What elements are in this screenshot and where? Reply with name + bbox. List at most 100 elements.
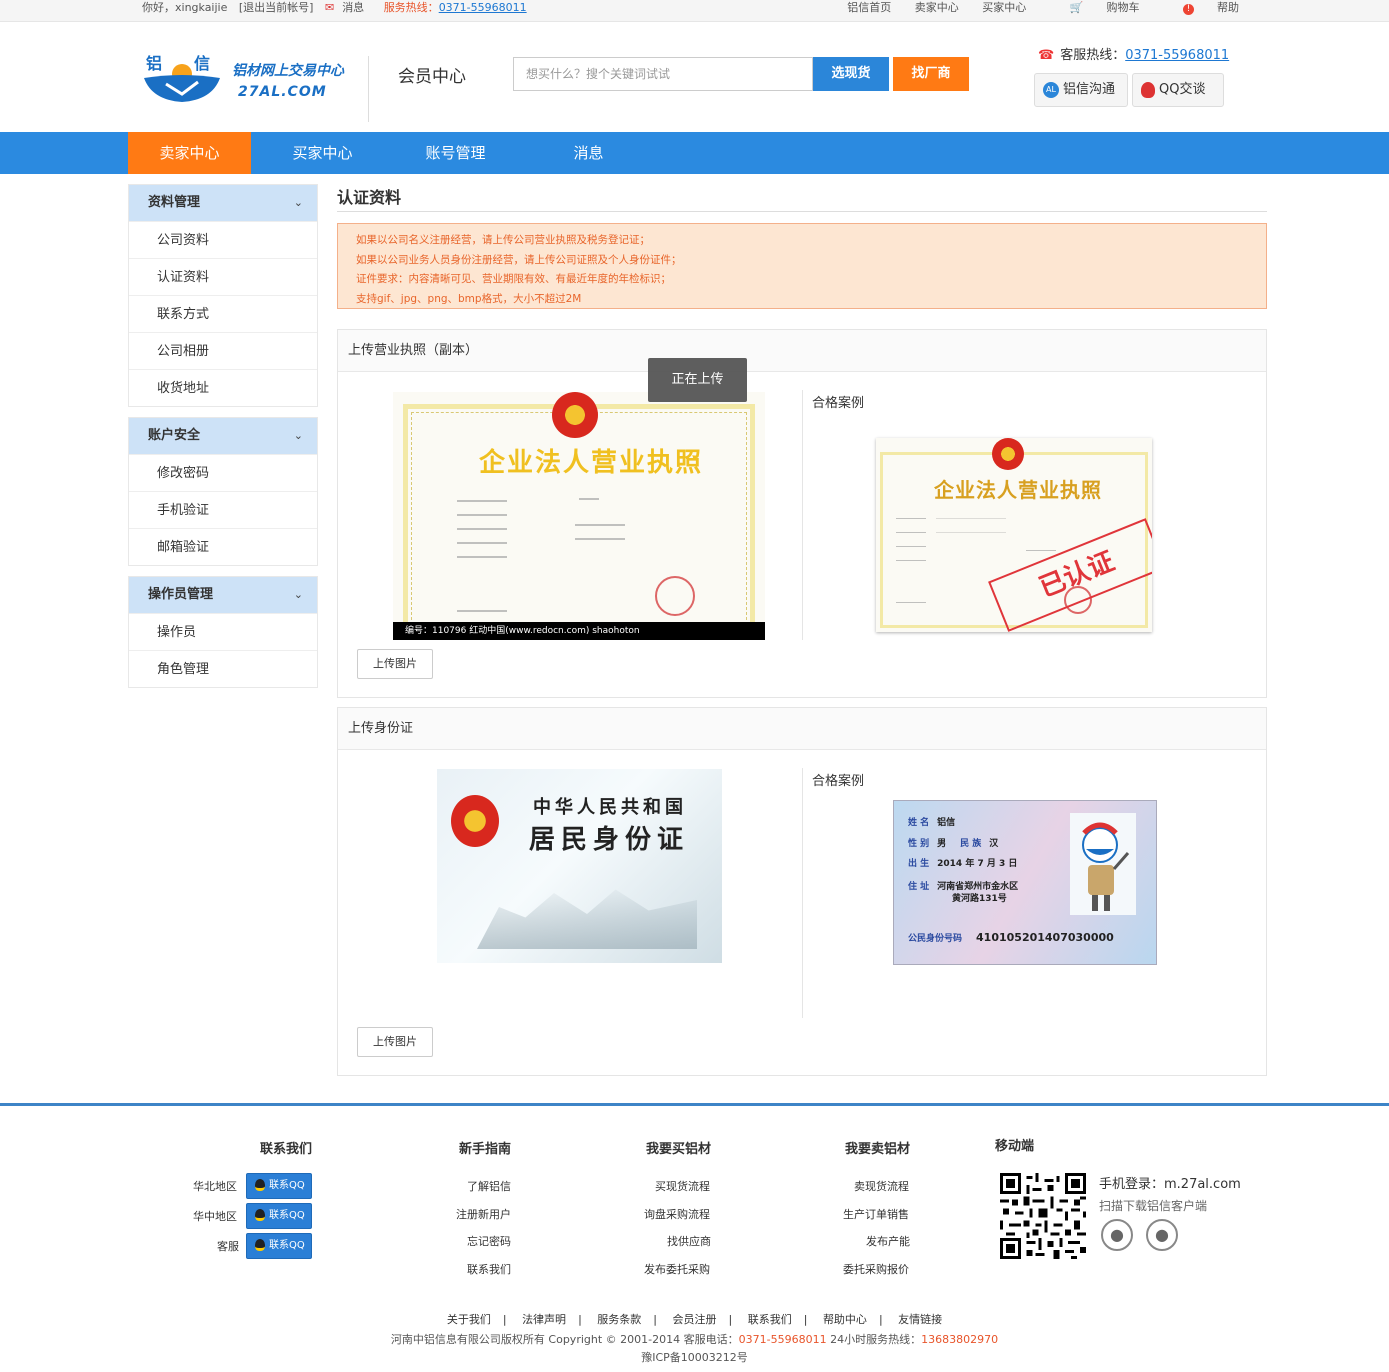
contact-qq-button[interactable]: 联系QQ <box>246 1203 312 1229</box>
search-input[interactable]: 想买什么？搜个关键词试试 <box>513 57 813 91</box>
register-link[interactable]: 会员注册 <box>673 1313 717 1326</box>
contact-link[interactable]: 联系我们 <box>748 1313 792 1326</box>
sidebar-group-security: 账户安全 ⌄ 修改密码 手机验证 邮箱验证 <box>128 417 318 566</box>
id-field-value: 410105201407030000 <box>976 931 1114 944</box>
panel-title: 上传营业执照（副本） <box>338 330 1266 372</box>
logo-char-1: 铝 <box>146 54 163 73</box>
sidebar-group-title: 资料管理 <box>148 195 201 210</box>
messages-label: 消息 <box>342 1 365 14</box>
sidebar-item-address[interactable]: 收货地址 <box>129 369 317 406</box>
friend-links-link[interactable]: 友情链接 <box>898 1313 942 1326</box>
nav-buyer-center[interactable]: 买家中心 <box>261 132 384 174</box>
official-seal-icon <box>655 576 695 616</box>
sidebar-item-certification[interactable]: 认证资料 <box>129 258 317 295</box>
contact-qq-button[interactable]: 联系QQ <box>246 1173 312 1199</box>
nav-seller-center[interactable]: 卖家中心 <box>128 132 251 174</box>
license-text-line <box>457 528 507 530</box>
home-link[interactable]: 铝信首页 <box>847 1 891 14</box>
footer-link[interactable]: 发布产能 <box>866 1233 910 1249</box>
qq-chat-button[interactable]: QQ交谈 <box>1132 73 1224 107</box>
license-title: 企业法人营业执照 <box>479 448 704 478</box>
sidebar-item-email-verify[interactable]: 邮箱验证 <box>129 528 317 565</box>
sidebar-item-roles[interactable]: 角色管理 <box>129 650 317 687</box>
national-emblem-icon <box>992 438 1024 470</box>
service-label: 服务热线： <box>383 1 439 14</box>
footer-link[interactable]: 生产订单销售 <box>843 1206 909 1222</box>
top-bar: 你好，xingkaijie [退出当前帐号] ✉ 消息 服务热线：0371-559… <box>0 0 1389 22</box>
spot-goods-button[interactable]: 选现货 <box>813 57 889 91</box>
greeting-text: 你好，xingkaijie <box>142 1 228 14</box>
terms-link[interactable]: 服务条款 <box>597 1313 641 1326</box>
id-field-value: 男 <box>937 839 947 849</box>
id-sex-row: 性 别男 民 族汉 <box>908 836 998 849</box>
qq-button-label: 联系QQ <box>269 1210 305 1221</box>
qr-code-icon <box>1000 1173 1086 1259</box>
page-title: 认证资料 <box>337 184 1267 212</box>
footer-link[interactable]: 卖现货流程 <box>854 1178 909 1194</box>
footer-bottom-links: 关于我们 | 法律声明 | 服务条款 | 会员注册 | 联系我们 | 帮助中心 | 友情链接 <box>0 1311 1389 1327</box>
service-number-link[interactable]: 0371-55968011 <box>439 1 527 14</box>
sidebar-item-change-password[interactable]: 修改密码 <box>129 454 317 491</box>
panel-title: 上传身份证 <box>338 708 1266 750</box>
nav-account-management[interactable]: 账号管理 <box>394 132 517 174</box>
footer-link[interactable]: 发布委托采购 <box>644 1261 710 1277</box>
id-field-label: 公民身份号码 <box>908 934 963 944</box>
messages-link[interactable]: ✉ 消息 <box>325 1 372 14</box>
id-card-title: 居民身份证 <box>529 825 690 855</box>
icp-number[interactable]: 豫ICP备10003212号 <box>0 1349 1389 1365</box>
footer-link[interactable]: 联系我们 <box>467 1261 511 1277</box>
footer-link[interactable]: 注册新用户 <box>456 1206 511 1222</box>
aluxin-chat-icon: AL <box>1043 81 1059 98</box>
help-center-link[interactable]: 帮助中心 <box>823 1313 867 1326</box>
copyright-hotline: 13683802970 <box>921 1333 999 1346</box>
id-card-panel: 上传身份证 中华人民共和国 居民身份证 合格案例 姓 名铝信 性 别男民 族汉 … <box>337 707 1267 1076</box>
footer-link[interactable]: 了解铝信 <box>467 1178 511 1194</box>
sidebar-group-header[interactable]: 操作员管理 ⌄ <box>129 577 317 613</box>
apple-icon[interactable]: ● <box>1146 1219 1178 1251</box>
logo-tagline: 铝材网上交易中心 <box>232 63 344 79</box>
logo-domain: 27AL.COM <box>238 84 327 100</box>
footer-link[interactable]: 忘记密码 <box>467 1233 511 1249</box>
hotline-number-link[interactable]: 0371-55968011 <box>1125 48 1229 63</box>
notice-box: 如果以公司名义注册经营，请上传公司营业执照及税务登记证； 如果以公司业务人员身份… <box>337 223 1267 309</box>
footer-link[interactable]: 委托采购报价 <box>843 1261 909 1277</box>
android-icon[interactable]: ● <box>1101 1219 1133 1251</box>
seller-center-link[interactable]: 卖家中心 <box>915 1 959 14</box>
site-logo[interactable]: 铝 信 铝材网上交易中心 27AL.COM <box>138 50 353 130</box>
link-separator: | <box>728 1313 733 1326</box>
upload-id-card-button[interactable]: 上传图片 <box>357 1027 433 1057</box>
sidebar-group-header[interactable]: 账户安全 ⌄ <box>129 418 317 454</box>
qq-button-label: 联系QQ <box>269 1180 305 1191</box>
license-text-line <box>896 546 926 547</box>
footer-heading: 联系我们 <box>260 1142 313 1157</box>
sidebar-item-phone-verify[interactable]: 手机验证 <box>129 491 317 528</box>
buyer-center-link[interactable]: 买家中心 <box>982 1 1026 14</box>
sidebar-item-operators[interactable]: 操作员 <box>129 613 317 650</box>
sidebar-item-company-info[interactable]: 公司资料 <box>129 221 317 258</box>
legal-link[interactable]: 法律声明 <box>522 1313 566 1326</box>
contact-qq-button[interactable]: 联系QQ <box>246 1233 312 1259</box>
cart-link[interactable]: 🛒 购物车 <box>1050 1 1140 14</box>
help-link[interactable]: ! 帮助 <box>1163 1 1239 15</box>
sidebar-item-album[interactable]: 公司相册 <box>129 332 317 369</box>
upload-license-button[interactable]: 上传图片 <box>357 649 433 679</box>
mobile-download-text: 扫描下载铝信客户端 <box>1099 1199 1208 1213</box>
footer-link[interactable]: 找供应商 <box>667 1233 711 1249</box>
logout-link[interactable]: [退出当前帐号] <box>239 1 314 14</box>
id-field-value: 铝信 <box>937 818 956 828</box>
about-link[interactable]: 关于我们 <box>447 1313 491 1326</box>
find-factory-button[interactable]: 找厂商 <box>893 57 969 91</box>
footer-link[interactable]: 买现货流程 <box>655 1178 710 1194</box>
footer-link[interactable]: 询盘采购流程 <box>644 1206 710 1222</box>
example-id-card-image: 姓 名铝信 性 别男民 族汉 出 生 2014 年 7 月 3 日 住 址河南省郑… <box>893 800 1157 965</box>
great-wall-graphic <box>477 889 697 949</box>
sidebar-item-contact[interactable]: 联系方式 <box>129 295 317 332</box>
license-text-line <box>457 514 507 516</box>
qq-penguin-icon <box>1141 81 1155 98</box>
uploading-overlay: 正在上传 <box>648 358 747 402</box>
nav-messages[interactable]: 消息 <box>527 132 650 174</box>
notice-line: 支持gif、jpg、png、bmp格式，大小不超过2M <box>356 292 582 305</box>
sidebar-group-header[interactable]: 资料管理 ⌄ <box>129 185 317 221</box>
license-text-line <box>579 498 599 500</box>
aluxin-chat-button[interactable]: AL 铝信沟通 <box>1034 73 1128 107</box>
